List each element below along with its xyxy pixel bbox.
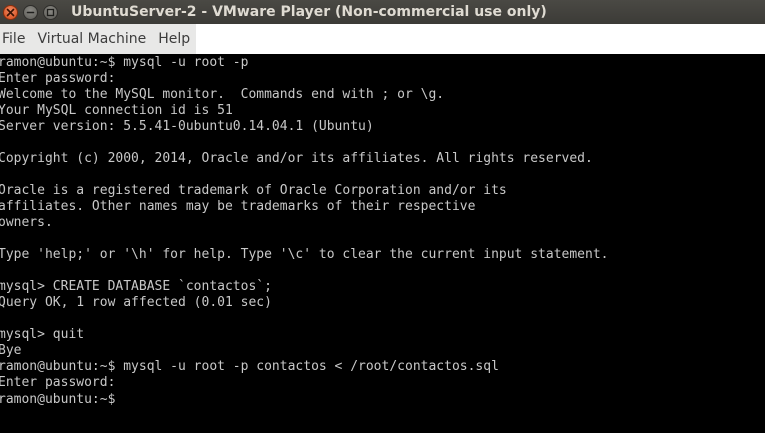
terminal-line: Type 'help;' or '\h' for help. Type '\c'… bbox=[0, 247, 609, 262]
window-title: UbuntuServer-2 - VMware Player (Non-comm… bbox=[71, 4, 547, 20]
window-controls bbox=[0, 4, 67, 20]
menu-bar: File Virtual Machine Help bbox=[0, 24, 196, 55]
terminal-line: Enter password: bbox=[0, 71, 116, 86]
terminal-line: Enter password: bbox=[0, 375, 116, 390]
terminal-line: Your MySQL connection id is 51 bbox=[0, 103, 233, 118]
menu-file[interactable]: File bbox=[0, 31, 31, 47]
menu-bar-empty-area bbox=[196, 24, 765, 54]
terminal-line: Bye bbox=[0, 343, 22, 358]
terminal-line: ramon@ubuntu:~$ bbox=[0, 391, 608, 407]
vm-console-terminal[interactable]: ramon@ubuntu:~$ mysql -u root -p Enter pa… bbox=[0, 54, 765, 433]
terminal-line: Oracle is a registered trademark of Orac… bbox=[0, 183, 507, 198]
terminal-cursor bbox=[123, 391, 131, 405]
terminal-line: mysql> CREATE DATABASE `contactos`; bbox=[0, 279, 272, 294]
terminal-line: Server version: 5.5.41-0ubuntu0.14.04.1 … bbox=[0, 119, 374, 134]
terminal-output: ramon@ubuntu:~$ mysql -u root -p Enter pa… bbox=[0, 55, 608, 407]
terminal-line: Copyright (c) 2000, 2014, Oracle and/or … bbox=[0, 151, 593, 166]
close-window-button[interactable] bbox=[3, 4, 18, 20]
maximize-icon bbox=[46, 8, 55, 16]
terminal-line: affiliates. Other names may be trademark… bbox=[0, 199, 476, 214]
terminal-line: owners. bbox=[0, 215, 53, 230]
minimize-window-button[interactable] bbox=[23, 4, 38, 20]
menu-virtual-machine[interactable]: Virtual Machine bbox=[35, 31, 152, 47]
minimize-icon bbox=[26, 11, 35, 13]
title-bar[interactable]: UbuntuServer-2 - VMware Player (Non-comm… bbox=[0, 0, 765, 24]
terminal-line: mysql> quit bbox=[0, 327, 85, 342]
maximize-window-button[interactable] bbox=[43, 4, 58, 20]
close-icon bbox=[6, 8, 15, 16]
terminal-line: ramon@ubuntu:~$ mysql -u root -p contact… bbox=[0, 359, 499, 374]
vmware-player-window: UbuntuServer-2 - VMware Player (Non-comm… bbox=[0, 0, 765, 433]
terminal-line: ramon@ubuntu:~$ mysql -u root -p bbox=[0, 55, 249, 70]
terminal-line: Query OK, 1 row affected (0.01 sec) bbox=[0, 295, 272, 310]
menu-help[interactable]: Help bbox=[156, 31, 196, 47]
terminal-line: Welcome to the MySQL monitor. Commands e… bbox=[0, 87, 445, 102]
